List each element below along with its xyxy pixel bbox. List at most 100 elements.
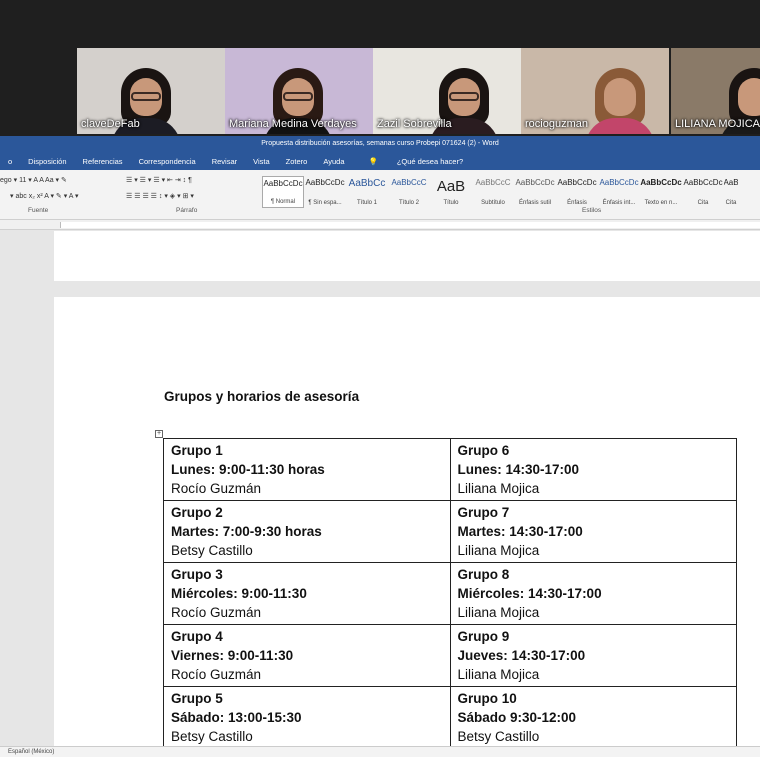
schedule-time: Lunes: 9:00-11:30 horas (171, 462, 325, 477)
style-intense-emphasis[interactable]: AaBbCcDc Énfasis int... (598, 176, 640, 208)
tab-layout[interactable]: Disposición (20, 157, 74, 166)
group-name: Grupo 8 (457, 567, 510, 582)
participant-tile[interactable]: Mariana Medina Verdayes (225, 48, 373, 134)
group-name: Grupo 1 (171, 443, 223, 458)
table-cell[interactable]: Grupo 2 Martes: 7:00-9:30 horas Betsy Cast… (163, 500, 451, 563)
ribbon: ego ▾ 11 ▾ A A Aa ▾ ✎ ▾ abc x₂ x² A ▾ ✎ … (0, 170, 760, 220)
style-intense-quote[interactable]: AaB Cita (724, 176, 738, 208)
style-heading-1[interactable]: AaBbCc Título 1 (346, 176, 388, 208)
style-strong[interactable]: AaBbCcDc Texto en n... (640, 176, 682, 208)
document-heading: Grupos y horarios de asesoría (164, 389, 360, 404)
tab-file[interactable]: o (0, 157, 20, 166)
style-no-spacing[interactable]: AaBbCcDc ¶ Sin espa... (304, 176, 346, 208)
style-normal[interactable]: AaBbCcDc ¶ Normal (262, 176, 304, 208)
schedule-table: Grupo 1 Lunes: 9:00-11:30 horas Rocío Guzm… (163, 438, 737, 746)
table-cell[interactable]: Grupo 7 Martes: 14:30-17:00 Liliana Mojica (449, 500, 737, 563)
tab-references[interactable]: Referencias (75, 157, 131, 166)
document-area[interactable]: Grupos y horarios de asesoría + Grupo 1 L… (0, 231, 760, 746)
schedule-time: Martes: 7:00-9:30 horas (171, 524, 322, 539)
table-row: Grupo 4 Viernes: 9:00-11:30 Rocío Guzmán Gr… (163, 624, 737, 687)
group-font-label: Fuente (28, 207, 49, 214)
schedule-time: Miércoles: 14:30-17:00 (457, 586, 602, 601)
style-title[interactable]: AaB Título (430, 176, 472, 208)
window-title: Propuesta distribución asesorías, semana… (0, 136, 760, 152)
schedule-time: Viernes: 9:00-11:30 (171, 648, 294, 663)
video-strip: claveDeFab Mariana Medina Verdayes Zazil… (0, 0, 760, 136)
advisor-name: Liliana Mojica (457, 543, 540, 558)
page-previous (54, 231, 760, 281)
table-row: Grupo 2 Martes: 7:00-9:30 horas Betsy Cast… (163, 500, 737, 563)
advisor-name: Rocío Guzmán (171, 481, 262, 496)
table-row: Grupo 5 Sábado: 13:00-15:30 Betsy Castillo… (163, 686, 737, 746)
page-current[interactable]: Grupos y horarios de asesoría + Grupo 1 L… (54, 297, 760, 746)
advisor-name: Liliana Mojica (457, 605, 540, 620)
participant-tile-active-speaker[interactable]: LILIANA MOJICA (671, 48, 760, 134)
tell-me-box[interactable]: 💡 ¿Qué desea hacer? (353, 157, 480, 166)
tell-me-label: ¿Qué desea hacer? (396, 156, 464, 166)
advisor-name: Rocío Guzmán (171, 667, 262, 682)
participant-video (585, 62, 655, 134)
group-name: Grupo 4 (171, 629, 223, 644)
status-bar-language: Español (México) (0, 746, 760, 757)
table-cell[interactable]: Grupo 3 Miércoles: 9:00-11:30 Rocío Guzmán (163, 562, 451, 625)
group-name: Grupo 2 (171, 505, 223, 520)
schedule-time: Sábado: 13:00-15:30 (171, 710, 302, 725)
style-subtle-emphasis[interactable]: AaBbCcDc Énfasis sutil (514, 176, 556, 208)
style-quote[interactable]: AaBbCcDc Cita (682, 176, 724, 208)
screen: { "meeting": { "participants": [ {"name"… (0, 0, 760, 757)
advisor-name: Betsy Castillo (171, 729, 253, 744)
participant-name: claveDeFab (81, 118, 140, 130)
schedule-time: Jueves: 14:30-17:00 (457, 648, 586, 663)
table-cell[interactable]: Grupo 4 Viernes: 9:00-11:30 Rocío Guzmán (163, 624, 451, 687)
table-move-handle[interactable]: + (155, 430, 163, 438)
participant-name: Zazil Sobrevilla (377, 118, 452, 130)
tab-help[interactable]: Ayuda (315, 157, 352, 166)
table-row: Grupo 3 Miércoles: 9:00-11:30 Rocío Guzmán… (163, 562, 737, 625)
table-cell[interactable]: Grupo 6 Lunes: 14:30-17:00 Liliana Mojica (449, 438, 737, 501)
group-name: Grupo 10 (457, 691, 517, 706)
paragraph-align-controls[interactable]: ☰ ☰ ☰ ☰ ↕ ▾ ◈ ▾ ⊞ ▾ (126, 192, 194, 200)
advisor-name: Liliana Mojica (457, 481, 540, 496)
ribbon-tabs: o Disposición Referencias Correspondenci… (0, 152, 760, 170)
styles-gallery: AaBbCcDc ¶ Normal AaBbCcDc ¶ Sin espa... A… (262, 176, 738, 208)
group-name: Grupo 7 (457, 505, 510, 520)
tab-review[interactable]: Revisar (204, 157, 245, 166)
group-name: Grupo 3 (171, 567, 223, 582)
font-controls[interactable]: ego ▾ 11 ▾ A A Aa ▾ ✎ (0, 176, 67, 184)
table-cell[interactable]: Grupo 1 Lunes: 9:00-11:30 horas Rocío Guzm… (163, 438, 451, 501)
table-cell[interactable]: Grupo 8 Miércoles: 14:30-17:00 Liliana Moj… (449, 562, 737, 625)
tab-mailings[interactable]: Correspondencia (131, 157, 204, 166)
tab-view[interactable]: Vista (245, 157, 278, 166)
word-window: Propuesta distribución asesorías, semana… (0, 136, 760, 757)
horizontal-ruler[interactable] (0, 220, 760, 230)
schedule-time: Miércoles: 9:00-11:30 (171, 586, 307, 601)
participant-tile[interactable]: claveDeFab (77, 48, 225, 134)
group-styles-label: Estilos (582, 207, 602, 214)
table-row: Grupo 1 Lunes: 9:00-11:30 horas Rocío Guzm… (163, 438, 737, 501)
table-cell[interactable]: Grupo 9 Jueves: 14:30-17:00 Liliana Mojica (449, 624, 737, 687)
advisor-name: Betsy Castillo (457, 729, 540, 744)
participant-tile[interactable]: rocioguzman (521, 48, 669, 134)
lightbulb-icon: 💡 (368, 156, 378, 166)
group-paragraph-label: Párrafo (176, 207, 198, 214)
group-name: Grupo 9 (457, 629, 510, 644)
style-heading-2[interactable]: AaBbCcC Título 2 (388, 176, 430, 208)
style-emphasis[interactable]: AaBbCcDc Énfasis (556, 176, 598, 208)
advisor-name: Rocío Guzmán (171, 605, 262, 620)
schedule-time: Martes: 14:30-17:00 (457, 524, 583, 539)
ribbon-group-labels: Fuente Párrafo Estilos (0, 207, 760, 217)
table-cell[interactable]: Grupo 5 Sábado: 13:00-15:30 Betsy Castillo (163, 686, 451, 746)
advisor-name: Liliana Mojica (457, 667, 540, 682)
participant-name: LILIANA MOJICA (675, 118, 760, 130)
style-subtitle[interactable]: AaBbCcC Subtítulo (472, 176, 514, 208)
font-format-controls[interactable]: ▾ abc x₂ x² A ▾ ✎ ▾ A ▾ (10, 192, 79, 200)
schedule-time: Lunes: 14:30-17:00 (457, 462, 580, 477)
schedule-time: Sábado 9:30-12:00 (457, 710, 577, 725)
group-name: Grupo 6 (457, 443, 510, 458)
participant-tile[interactable]: Zazil Sobrevilla (373, 48, 521, 134)
tab-zotero[interactable]: Zotero (278, 157, 316, 166)
table-cell[interactable]: Grupo 10 Sábado 9:30-12:00 Betsy Castillo (449, 686, 737, 746)
group-name: Grupo 5 (171, 691, 223, 706)
paragraph-controls[interactable]: ☰ ▾ ☰ ▾ ☰ ▾ ⇤ ⇥ ↕ ¶ (126, 176, 192, 184)
advisor-name: Betsy Castillo (171, 543, 253, 558)
